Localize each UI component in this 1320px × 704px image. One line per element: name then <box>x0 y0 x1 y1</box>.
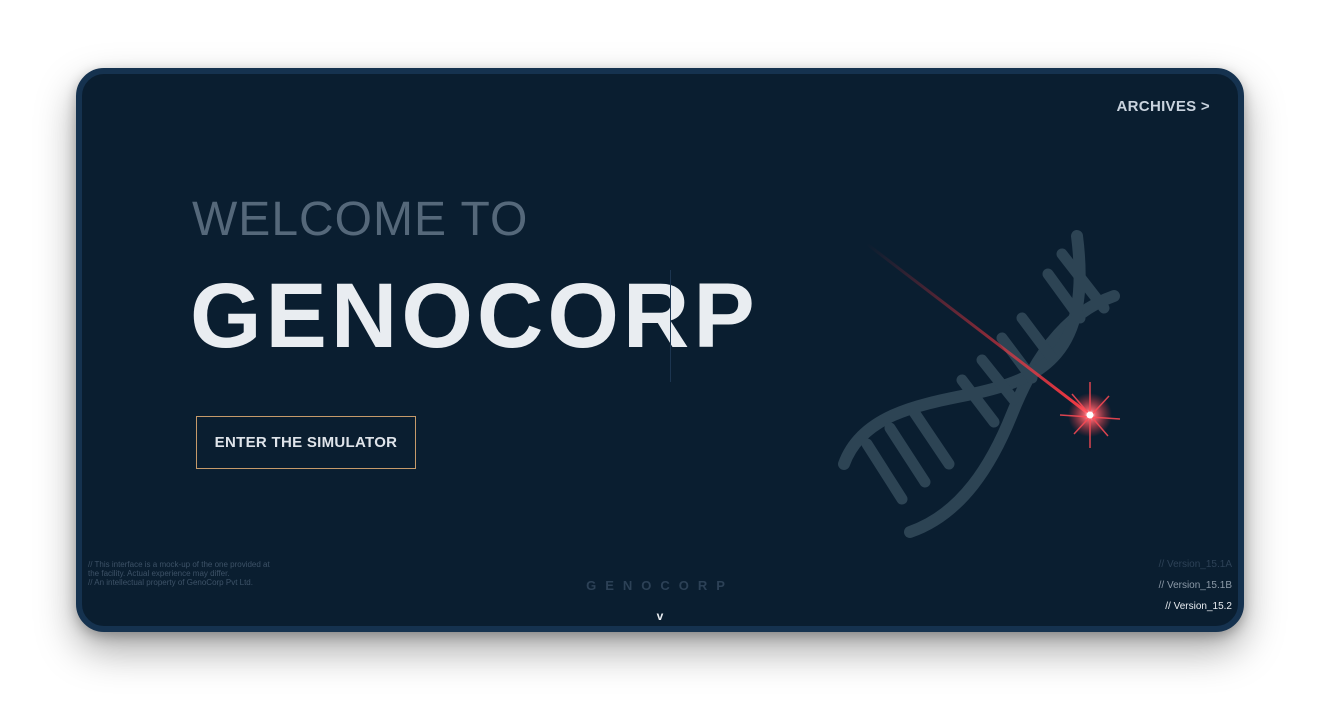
scroll-down-indicator[interactable]: v <box>82 609 1238 623</box>
brand-title: GENOCORP <box>190 265 759 367</box>
footer-brand-text: GENOCORP <box>586 578 734 593</box>
archives-link[interactable]: ARCHIVES > <box>1117 98 1210 115</box>
version-list: // Version_15.1A // Version_15.1B // Ver… <box>1159 554 1232 617</box>
welcome-heading: WELCOME TO <box>192 193 529 246</box>
version-item[interactable]: // Version_15.1A <box>1159 554 1232 575</box>
dna-helix-laser-icon <box>838 230 1121 538</box>
version-item-active[interactable]: // Version_15.2 <box>1159 596 1232 617</box>
disclaimer-line: // This interface is a mock-up of the on… <box>88 560 270 578</box>
enter-simulator-button[interactable]: ENTER THE SIMULATOR <box>196 416 416 469</box>
version-item[interactable]: // Version_15.1B <box>1159 575 1232 596</box>
app-window: ARCHIVES > WELCOME TO GENOCORP ENTER THE… <box>76 68 1244 632</box>
text-cursor <box>670 270 671 382</box>
